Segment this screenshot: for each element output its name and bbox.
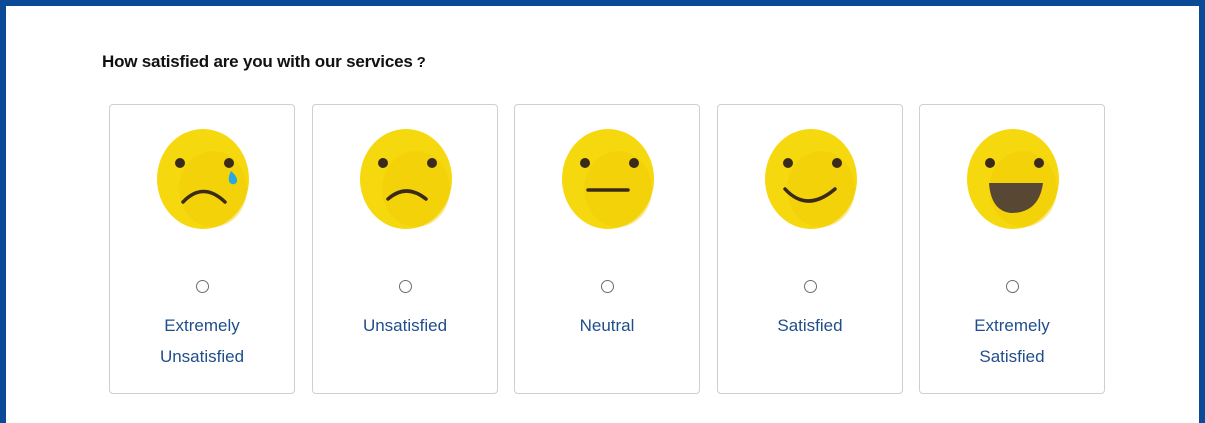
option-extremely-unsatisfied[interactable]: Extremely Unsatisfied — [109, 104, 295, 394]
option-label: Satisfied — [777, 316, 843, 335]
rating-radio[interactable] — [1006, 280, 1019, 293]
option-label: Extremely Satisfied — [974, 316, 1050, 366]
option-satisfied[interactable]: Satisfied — [717, 104, 903, 394]
neutral-face-icon — [562, 129, 654, 229]
option-label: Neutral — [579, 316, 635, 335]
crying-face-icon — [157, 129, 249, 229]
option-neutral[interactable]: Neutral — [514, 104, 700, 394]
laughing-face-icon — [967, 129, 1059, 229]
option-label: Unsatisfied — [362, 316, 448, 335]
option-extremely-satisfied[interactable]: Extremely Satisfied — [919, 104, 1105, 394]
question-text: How satisfied are you with our services — [102, 52, 413, 71]
rating-radio[interactable] — [399, 280, 412, 293]
question-mark: ? — [416, 54, 426, 71]
sad-face-icon — [360, 129, 452, 229]
option-unsatisfied[interactable]: Unsatisfied — [312, 104, 498, 394]
option-label: Extremely Unsatisfied — [159, 316, 245, 366]
rating-radio[interactable] — [804, 280, 817, 293]
smiling-face-icon — [765, 129, 857, 229]
rating-radio[interactable] — [196, 280, 209, 293]
rating-radio[interactable] — [601, 280, 614, 293]
survey-question: How satisfied are you with our services? — [102, 52, 426, 72]
